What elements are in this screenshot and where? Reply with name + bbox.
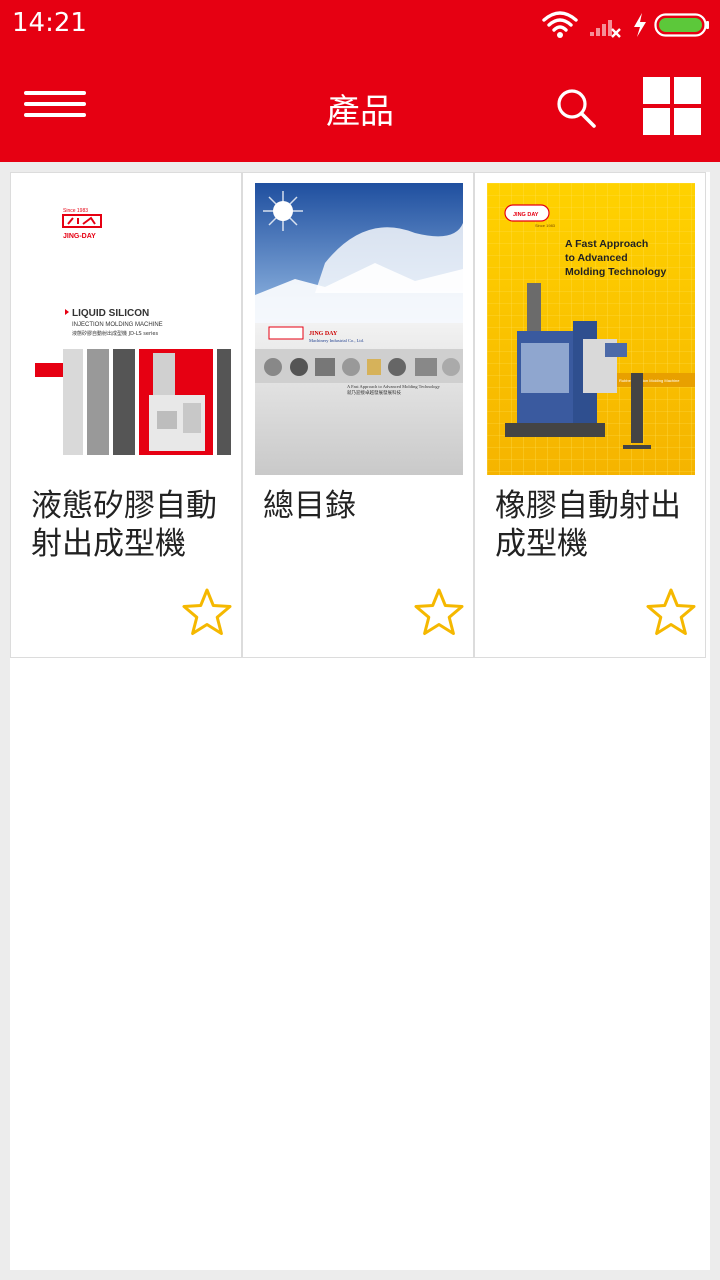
product-title: 液態矽膠自動射出成型機 <box>31 488 217 562</box>
grid-view-icon[interactable] <box>642 76 702 136</box>
product-card[interactable]: JING DAY Since 1983 A Fast Approach to A… <box>474 172 706 658</box>
product-grid: Since 1983 JING-DAY LIQUID SILICON INJEC… <box>10 172 710 1270</box>
charging-icon <box>634 13 646 37</box>
search-icon[interactable] <box>554 86 598 130</box>
favorite-star-icon[interactable] <box>413 587 465 637</box>
svg-text:就乃迎接卓越發展發展科技: 就乃迎接卓越發展發展科技 <box>347 389 401 396</box>
favorite-star-icon[interactable] <box>181 587 233 637</box>
svg-text:JING DAY: JING DAY <box>309 331 338 337</box>
signal-no-service-icon <box>590 20 621 38</box>
product-title: 橡膠自動射出成型機 <box>495 488 681 562</box>
battery-icon <box>654 13 709 37</box>
svg-text:LIQUID SILICON: LIQUID SILICON <box>72 308 149 319</box>
svg-text:Since 1983: Since 1983 <box>535 223 556 228</box>
status-bar: 14:21 <box>0 0 720 50</box>
status-time: 14:21 <box>12 8 87 38</box>
svg-text:to Advanced: to Advanced <box>565 252 628 264</box>
app-header: 14:21 產品 <box>0 0 720 162</box>
product-cover-image: Since 1983 JING-DAY LIQUID SILICON INJEC… <box>23 183 231 475</box>
product-card[interactable]: JING DAY Machinery Industrial Co., Ltd. … <box>242 172 474 658</box>
menu-icon[interactable] <box>24 88 88 124</box>
svg-text:A Fast Approach to Advanced Mo: A Fast Approach to Advanced Molding Tech… <box>347 384 441 389</box>
product-title: 總目錄 <box>263 488 356 524</box>
svg-text:Molding Technology: Molding Technology <box>565 266 666 278</box>
svg-text:Since 1983: Since 1983 <box>63 208 88 214</box>
svg-text:JING-DAY: JING-DAY <box>63 233 96 240</box>
svg-text:液態矽膠自動射出成型機 JD-LS series: 液態矽膠自動射出成型機 JD-LS series <box>72 330 158 337</box>
favorite-star-icon[interactable] <box>645 587 697 637</box>
product-cover-image: JING DAY Since 1983 A Fast Approach to A… <box>487 183 695 475</box>
wifi-icon <box>542 11 578 38</box>
page-title: 產品 <box>326 92 394 132</box>
svg-text:Rubber Injection Molding Machi: Rubber Injection Molding Machine <box>619 378 680 383</box>
svg-text:JING DAY: JING DAY <box>513 212 539 218</box>
svg-text:A Fast Approach: A Fast Approach <box>565 238 648 250</box>
svg-text:INJECTION MOLDING MACHINE: INJECTION MOLDING MACHINE <box>72 322 163 328</box>
product-card[interactable]: Since 1983 JING-DAY LIQUID SILICON INJEC… <box>10 172 242 658</box>
product-cover-image: JING DAY Machinery Industrial Co., Ltd. … <box>255 183 463 475</box>
